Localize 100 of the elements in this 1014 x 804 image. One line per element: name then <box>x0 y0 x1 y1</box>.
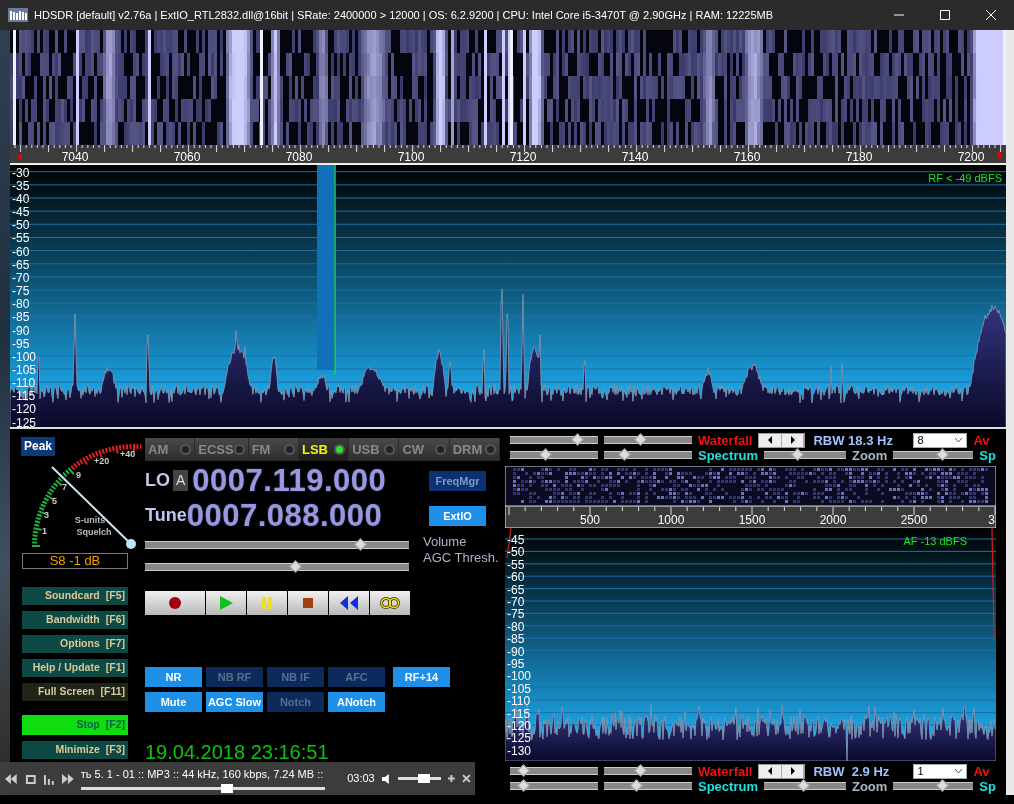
scroll-right-icon[interactable] <box>998 150 1003 159</box>
dsp-button[interactable]: RF+14 <box>393 666 450 687</box>
progress-slider[interactable] <box>80 786 326 790</box>
next-icon[interactable] <box>61 772 75 785</box>
menu-button[interactable]: Stop [F2] <box>22 714 128 735</box>
slider-thumb[interactable] <box>289 560 303 573</box>
slider-track[interactable] <box>604 764 692 779</box>
record-button[interactable] <box>145 590 205 615</box>
waterfall-label: Waterfall <box>698 763 753 779</box>
frequency-label: 7060 <box>173 149 201 164</box>
level-label: -50 <box>12 217 30 232</box>
step-right-button[interactable] <box>781 433 805 447</box>
level-readout: AF -13 dBFS <box>903 534 967 547</box>
pause-button[interactable] <box>247 590 287 615</box>
close-icon <box>986 10 996 20</box>
slider-thumb[interactable] <box>790 448 804 462</box>
slider-track[interactable] <box>145 537 409 552</box>
slider-track[interactable] <box>510 764 598 779</box>
slider-thumb[interactable] <box>935 779 949 793</box>
level-label: -110 <box>507 694 531 709</box>
dsp-button[interactable]: AFC <box>328 666 385 687</box>
meter-caption: S-units <box>74 514 106 525</box>
mode-button[interactable]: AM <box>145 437 195 461</box>
level-label: -120 <box>12 402 37 417</box>
scale-label: 1 <box>42 525 47 536</box>
dsp-button[interactable]: NB RF <box>206 666 263 687</box>
mode-button[interactable]: LSB <box>298 437 349 461</box>
mode-button[interactable]: USB <box>349 437 399 461</box>
stepper-control[interactable] <box>758 432 806 448</box>
dsp-button[interactable]: ANotch <box>328 691 385 712</box>
toggle-button[interactable]: FreqMgr <box>429 470 486 491</box>
menu-button[interactable]: Full Screen [F11] <box>22 682 128 701</box>
dsp-button[interactable]: Notch <box>267 691 324 712</box>
track-info: ть 5. 1 - 01 :: MP3 :: 44 kHz, 160 kbps, 7.24 MB :: <box>80 767 325 781</box>
dsp-button[interactable]: AGC Slow <box>206 691 263 712</box>
mode-button[interactable]: FM <box>248 437 298 461</box>
slider-thumb[interactable] <box>570 433 584 447</box>
slider-thumb[interactable] <box>797 779 811 793</box>
level-label: -40 <box>12 191 30 206</box>
menu-button[interactable]: Soundcard [F5] <box>22 586 128 605</box>
close-icon[interactable] <box>462 774 471 783</box>
slider-track[interactable] <box>763 448 846 463</box>
step-right-button[interactable] <box>781 764 805 778</box>
scale-label: 5 <box>52 495 57 506</box>
slider-track[interactable] <box>893 448 974 463</box>
slider-thumb[interactable] <box>539 448 553 462</box>
slider-track[interactable] <box>145 559 409 574</box>
spectrum-label: Spectrum <box>698 447 758 463</box>
level-label: -65 <box>507 582 525 597</box>
led-indicator <box>434 443 446 455</box>
averaging-select[interactable]: 8 <box>913 432 968 448</box>
slider-thumb[interactable] <box>629 779 643 793</box>
toggle-button[interactable]: ExtIO <box>429 505 486 526</box>
pin-icon[interactable] <box>447 774 457 783</box>
mode-button[interactable]: DRM <box>449 437 499 461</box>
peak-button[interactable]: Peak <box>21 436 56 456</box>
stop-button[interactable] <box>288 590 328 615</box>
scale-label: 3 <box>44 509 49 520</box>
slider-thumb[interactable] <box>354 538 367 551</box>
menu-button[interactable]: Minimize [F3] <box>22 740 128 759</box>
equalizer-icon[interactable] <box>43 772 56 785</box>
slider-track[interactable] <box>604 448 692 463</box>
step-left-button[interactable] <box>759 764 782 778</box>
led-indicator <box>180 443 192 455</box>
menu-button[interactable]: Bandwidth [F6] <box>22 610 128 629</box>
led-indicator <box>233 443 245 455</box>
slider-thumb[interactable] <box>517 779 531 793</box>
dsp-button[interactable]: NR <box>145 666 202 687</box>
menu-button[interactable]: Help / Update [F1] <box>22 658 128 677</box>
dsp-button[interactable]: NB IF <box>267 666 324 687</box>
left-arrow-icon <box>766 766 775 777</box>
right-arrow-icon <box>788 435 797 446</box>
dsp-button[interactable]: Mute <box>145 691 202 712</box>
mode-button[interactable]: CW <box>399 437 449 461</box>
scroll-left-icon[interactable] <box>17 152 22 161</box>
slider-thumb[interactable] <box>634 433 647 447</box>
volume-thumb[interactable] <box>418 774 431 783</box>
slider-thumb[interactable] <box>634 764 647 778</box>
rewind-button[interactable] <box>329 590 369 615</box>
level-label: -115 <box>507 706 531 721</box>
slider-track[interactable] <box>604 779 692 794</box>
slider-thumb[interactable] <box>935 448 949 462</box>
slider-track[interactable] <box>510 779 598 794</box>
averaging-select[interactable]: 1 <box>913 763 968 779</box>
previous-icon[interactable] <box>4 772 18 785</box>
slider-track[interactable] <box>510 448 598 463</box>
loop-button[interactable] <box>370 590 410 615</box>
progress-thumb[interactable] <box>221 783 234 793</box>
menu-button[interactable]: Options [F7] <box>22 634 128 653</box>
slider-thumb[interactable] <box>517 764 531 778</box>
volume-slider[interactable] <box>398 777 442 780</box>
mode-button[interactable]: ECSS <box>195 437 248 461</box>
slider-track[interactable] <box>604 433 692 448</box>
slider-track[interactable] <box>763 779 846 794</box>
play-button[interactable] <box>206 590 246 615</box>
slider-track[interactable] <box>893 779 974 794</box>
stepper-control[interactable] <box>758 763 806 779</box>
slider-track[interactable] <box>510 433 598 448</box>
step-left-button[interactable] <box>759 433 782 447</box>
slider-thumb[interactable] <box>618 448 631 462</box>
